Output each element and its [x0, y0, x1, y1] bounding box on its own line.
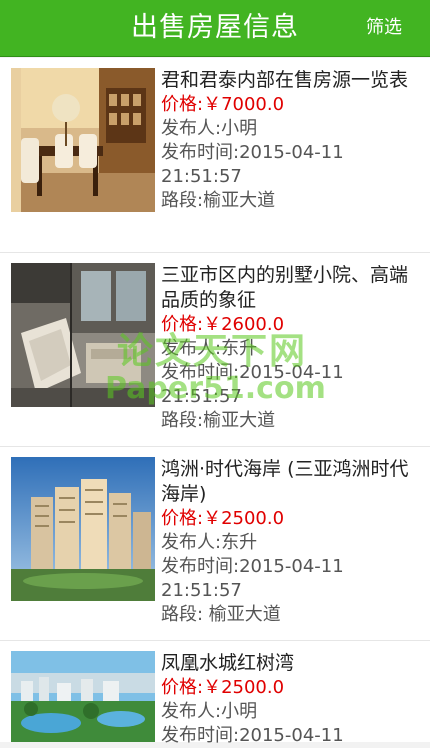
listing-item[interactable]: 三亚市区内的别墅小院、高端品质的象征 价格:￥2600.0 发布人:东升 发布时…	[0, 253, 430, 447]
listing-publish-time: 发布时间:2015-04-11 21:51:57	[161, 556, 344, 601]
listing-title: 鸿洲·时代海岸 (三亚鸿洲时代海岸)	[161, 458, 409, 505]
listing-item[interactable]: 君和君泰内部在售房源一览表 价格:￥7000.0 发布人:小明 发布时间:201…	[0, 58, 430, 253]
listing-publish-time: 发布时间:2015-04-11 21:51:57	[161, 142, 344, 187]
listing-price: 价格:￥2500.0	[161, 508, 285, 529]
listing-item[interactable]: 凤凰水城红树湾 价格:￥2500.0 发布人:小明 发布时间:2015-04-1…	[0, 641, 430, 746]
listing-info: 鸿洲·时代海岸 (三亚鸿洲时代海岸) 价格:￥2500.0 发布人:东升 发布时…	[161, 457, 421, 627]
listing-title: 三亚市区内的别墅小院、高端品质的象征	[161, 264, 409, 311]
listing-info: 三亚市区内的别墅小院、高端品质的象征 价格:￥2600.0 发布人:东升 发布时…	[161, 263, 421, 433]
listing-info: 君和君泰内部在售房源一览表 价格:￥7000.0 发布人:小明 发布时间:201…	[161, 68, 421, 213]
listing-price: 价格:￥2500.0	[161, 677, 285, 698]
listing-title: 凤凰水城红树湾	[161, 652, 295, 674]
listing-publisher: 发布人:东升	[161, 532, 258, 553]
app-header: 出售房屋信息 筛选	[0, 0, 430, 57]
listing-road: 路段:榆亚大道	[161, 410, 276, 431]
listing-thumbnail-villa-living-room	[11, 263, 155, 407]
listing-publisher: 发布人:东升	[161, 338, 258, 359]
listing-publish-time: 发布时间:2015-04-11	[161, 725, 344, 746]
listing-price: 价格:￥7000.0	[161, 94, 285, 115]
listing-publish-time: 发布时间:2015-04-11 21:51:57	[161, 362, 344, 407]
filter-button[interactable]: 筛选	[366, 16, 402, 40]
listing-thumbnail-high-rise-buildings	[11, 457, 155, 601]
listing-price: 价格:￥2600.0	[161, 314, 285, 335]
listing-publisher: 发布人:小明	[161, 701, 258, 722]
listing-thumbnail-dining-room	[11, 68, 155, 212]
listing-thumbnail-waterfront-resort	[11, 651, 155, 742]
listing-road: 路段: 榆亚大道	[161, 604, 281, 625]
listing-item[interactable]: 鸿洲·时代海岸 (三亚鸿洲时代海岸) 价格:￥2500.0 发布人:东升 发布时…	[0, 447, 430, 641]
listing-publisher: 发布人:小明	[161, 118, 258, 139]
listing-info: 凤凰水城红树湾 价格:￥2500.0 发布人:小明 发布时间:2015-04-1…	[161, 651, 421, 748]
listing-title: 君和君泰内部在售房源一览表	[161, 69, 409, 91]
listing-road: 路段:榆亚大道	[161, 190, 276, 211]
